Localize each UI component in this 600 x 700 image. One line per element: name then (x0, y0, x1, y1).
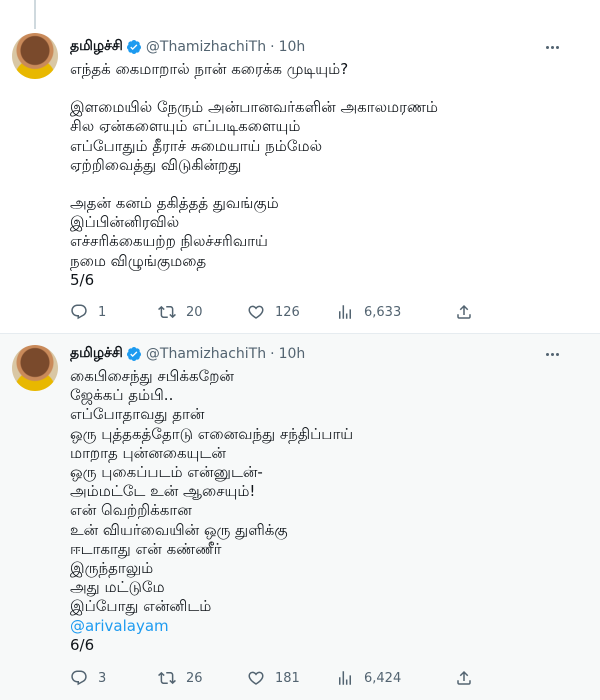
like-button[interactable]: 126 (247, 303, 300, 321)
more-icon[interactable] (542, 345, 562, 363)
verified-icon (126, 346, 142, 362)
text-line: கைபிசைந்து சபிக்கறேன் (70, 367, 234, 385)
text-line: எந்தக் கைமாறால் நான் கரைக்க முடியும்? (70, 60, 349, 78)
timestamp[interactable]: 10h (279, 39, 306, 55)
retweet-icon (158, 305, 176, 319)
text-line: ஈடாகாது என் கண்ணீர் (70, 539, 222, 558)
author-handle[interactable]: @ThamizhachiTh (146, 39, 266, 55)
reply-icon (71, 670, 87, 686)
retweet-icon (158, 671, 176, 685)
thread-connector-line (34, 0, 36, 29)
timestamp[interactable]: 10h (279, 346, 306, 362)
retweet-count: 26 (186, 670, 203, 686)
text-line: மாறாத புன்னகையுடன் (70, 443, 226, 462)
reply-count: 1 (98, 304, 107, 320)
verified-icon (126, 39, 142, 55)
text-line: எச்சரிக்கையற்ற நிலச்சரிவாய் (70, 232, 268, 251)
like-count: 126 (275, 304, 300, 320)
mention-link[interactable]: @arivalayam (70, 617, 560, 636)
author-handle[interactable]: @ThamizhachiTh (146, 346, 266, 362)
tweet-text: கைபிசைந்து சபிக்கறேன் ஜேக்கப் தம்பி.. எப்ப… (70, 367, 560, 655)
text-line: ஏற்றிவைத்து விடுகின்றது (70, 155, 242, 174)
text-line: ஜேக்கப் தம்பி.. (70, 386, 174, 405)
views-count: 6,633 (364, 304, 402, 320)
text-line: 5/6 (70, 270, 95, 289)
text-line: உன் வியர்வையின் ஒரு துளிக்கு (70, 520, 288, 539)
views-button[interactable]: 6,633 (336, 303, 401, 321)
action-bar: 3 26 181 6,424 (70, 668, 490, 688)
reply-icon (71, 304, 87, 320)
retweet-button[interactable]: 26 (158, 669, 203, 687)
text-line: நமை விழுங்குமதை (70, 251, 207, 270)
text-line: இப்பின்னிரவில் (70, 213, 180, 232)
share-button[interactable] (455, 669, 473, 687)
avatar[interactable] (12, 33, 58, 79)
text-line: ஒரு புகைப்படம் என்னுடன்- (70, 463, 263, 482)
tweet-5-of-6[interactable]: தமிழச்சி @ThamizhachiTh · 10h எந்தக் கைம… (0, 0, 600, 334)
reply-button[interactable]: 1 (70, 303, 106, 321)
text-line: எப்போதும் தீராச் சுமையாய் நம்மேல் (70, 136, 323, 155)
text-line: சில ஏன்களையும் எப்படிகளையும் (70, 117, 301, 136)
text-line: இளமையில் நேரும் அன்பானவர்களின் அகாலமரணம் (70, 98, 438, 117)
text-line: அதன் கனம் தகித்தத் துவங்கும் (70, 194, 279, 213)
text-line (70, 175, 560, 194)
retweet-count: 20 (186, 304, 203, 320)
share-button[interactable] (455, 303, 473, 321)
text-line: இருந்தாலும் (70, 559, 154, 578)
more-icon[interactable] (542, 38, 562, 56)
reply-count: 3 (98, 670, 107, 686)
views-button[interactable]: 6,424 (336, 669, 401, 687)
tweet-counter: 6/6 (70, 635, 95, 654)
like-count: 181 (275, 670, 300, 686)
text-line: எப்போதாவது தான் (70, 405, 205, 424)
separator-dot: · (270, 346, 275, 362)
avatar[interactable] (12, 345, 58, 391)
like-icon (248, 305, 264, 319)
tweet-header: தமிழச்சி @ThamizhachiTh · 10h (70, 345, 305, 363)
text-line: அது மட்டுமே (70, 578, 165, 597)
action-bar: 1 20 126 6,633 (70, 302, 490, 322)
tweet-text: எந்தக் கைமாறால் நான் கரைக்க முடியும்? இளம… (70, 60, 560, 290)
share-icon (457, 670, 471, 685)
text-line: என் வெற்றிக்கான (70, 501, 192, 520)
text-line: ஒரு புத்தகத்தோடு எனைவந்து சந்திப்பாய் (70, 424, 354, 443)
tweet-header: தமிழச்சி @ThamizhachiTh · 10h (70, 38, 305, 56)
like-icon (248, 671, 264, 685)
views-icon (339, 671, 351, 685)
like-button[interactable]: 181 (247, 669, 300, 687)
reply-button[interactable]: 3 (70, 669, 106, 687)
text-line (70, 79, 560, 98)
retweet-button[interactable]: 20 (158, 303, 203, 321)
tweet-6-of-6[interactable]: தமிழச்சி @ThamizhachiTh · 10h கைபிசைந்து… (0, 334, 600, 700)
separator-dot: · (270, 39, 275, 55)
text-line: இப்போது என்னிடம் (70, 597, 212, 616)
author-name[interactable]: தமிழச்சி (70, 345, 123, 363)
share-icon (457, 304, 471, 319)
views-count: 6,424 (364, 670, 402, 686)
views-icon (339, 305, 351, 319)
author-name[interactable]: தமிழச்சி (70, 38, 123, 56)
text-line: அம்மட்டே உன் ஆசையும்! (70, 482, 256, 501)
